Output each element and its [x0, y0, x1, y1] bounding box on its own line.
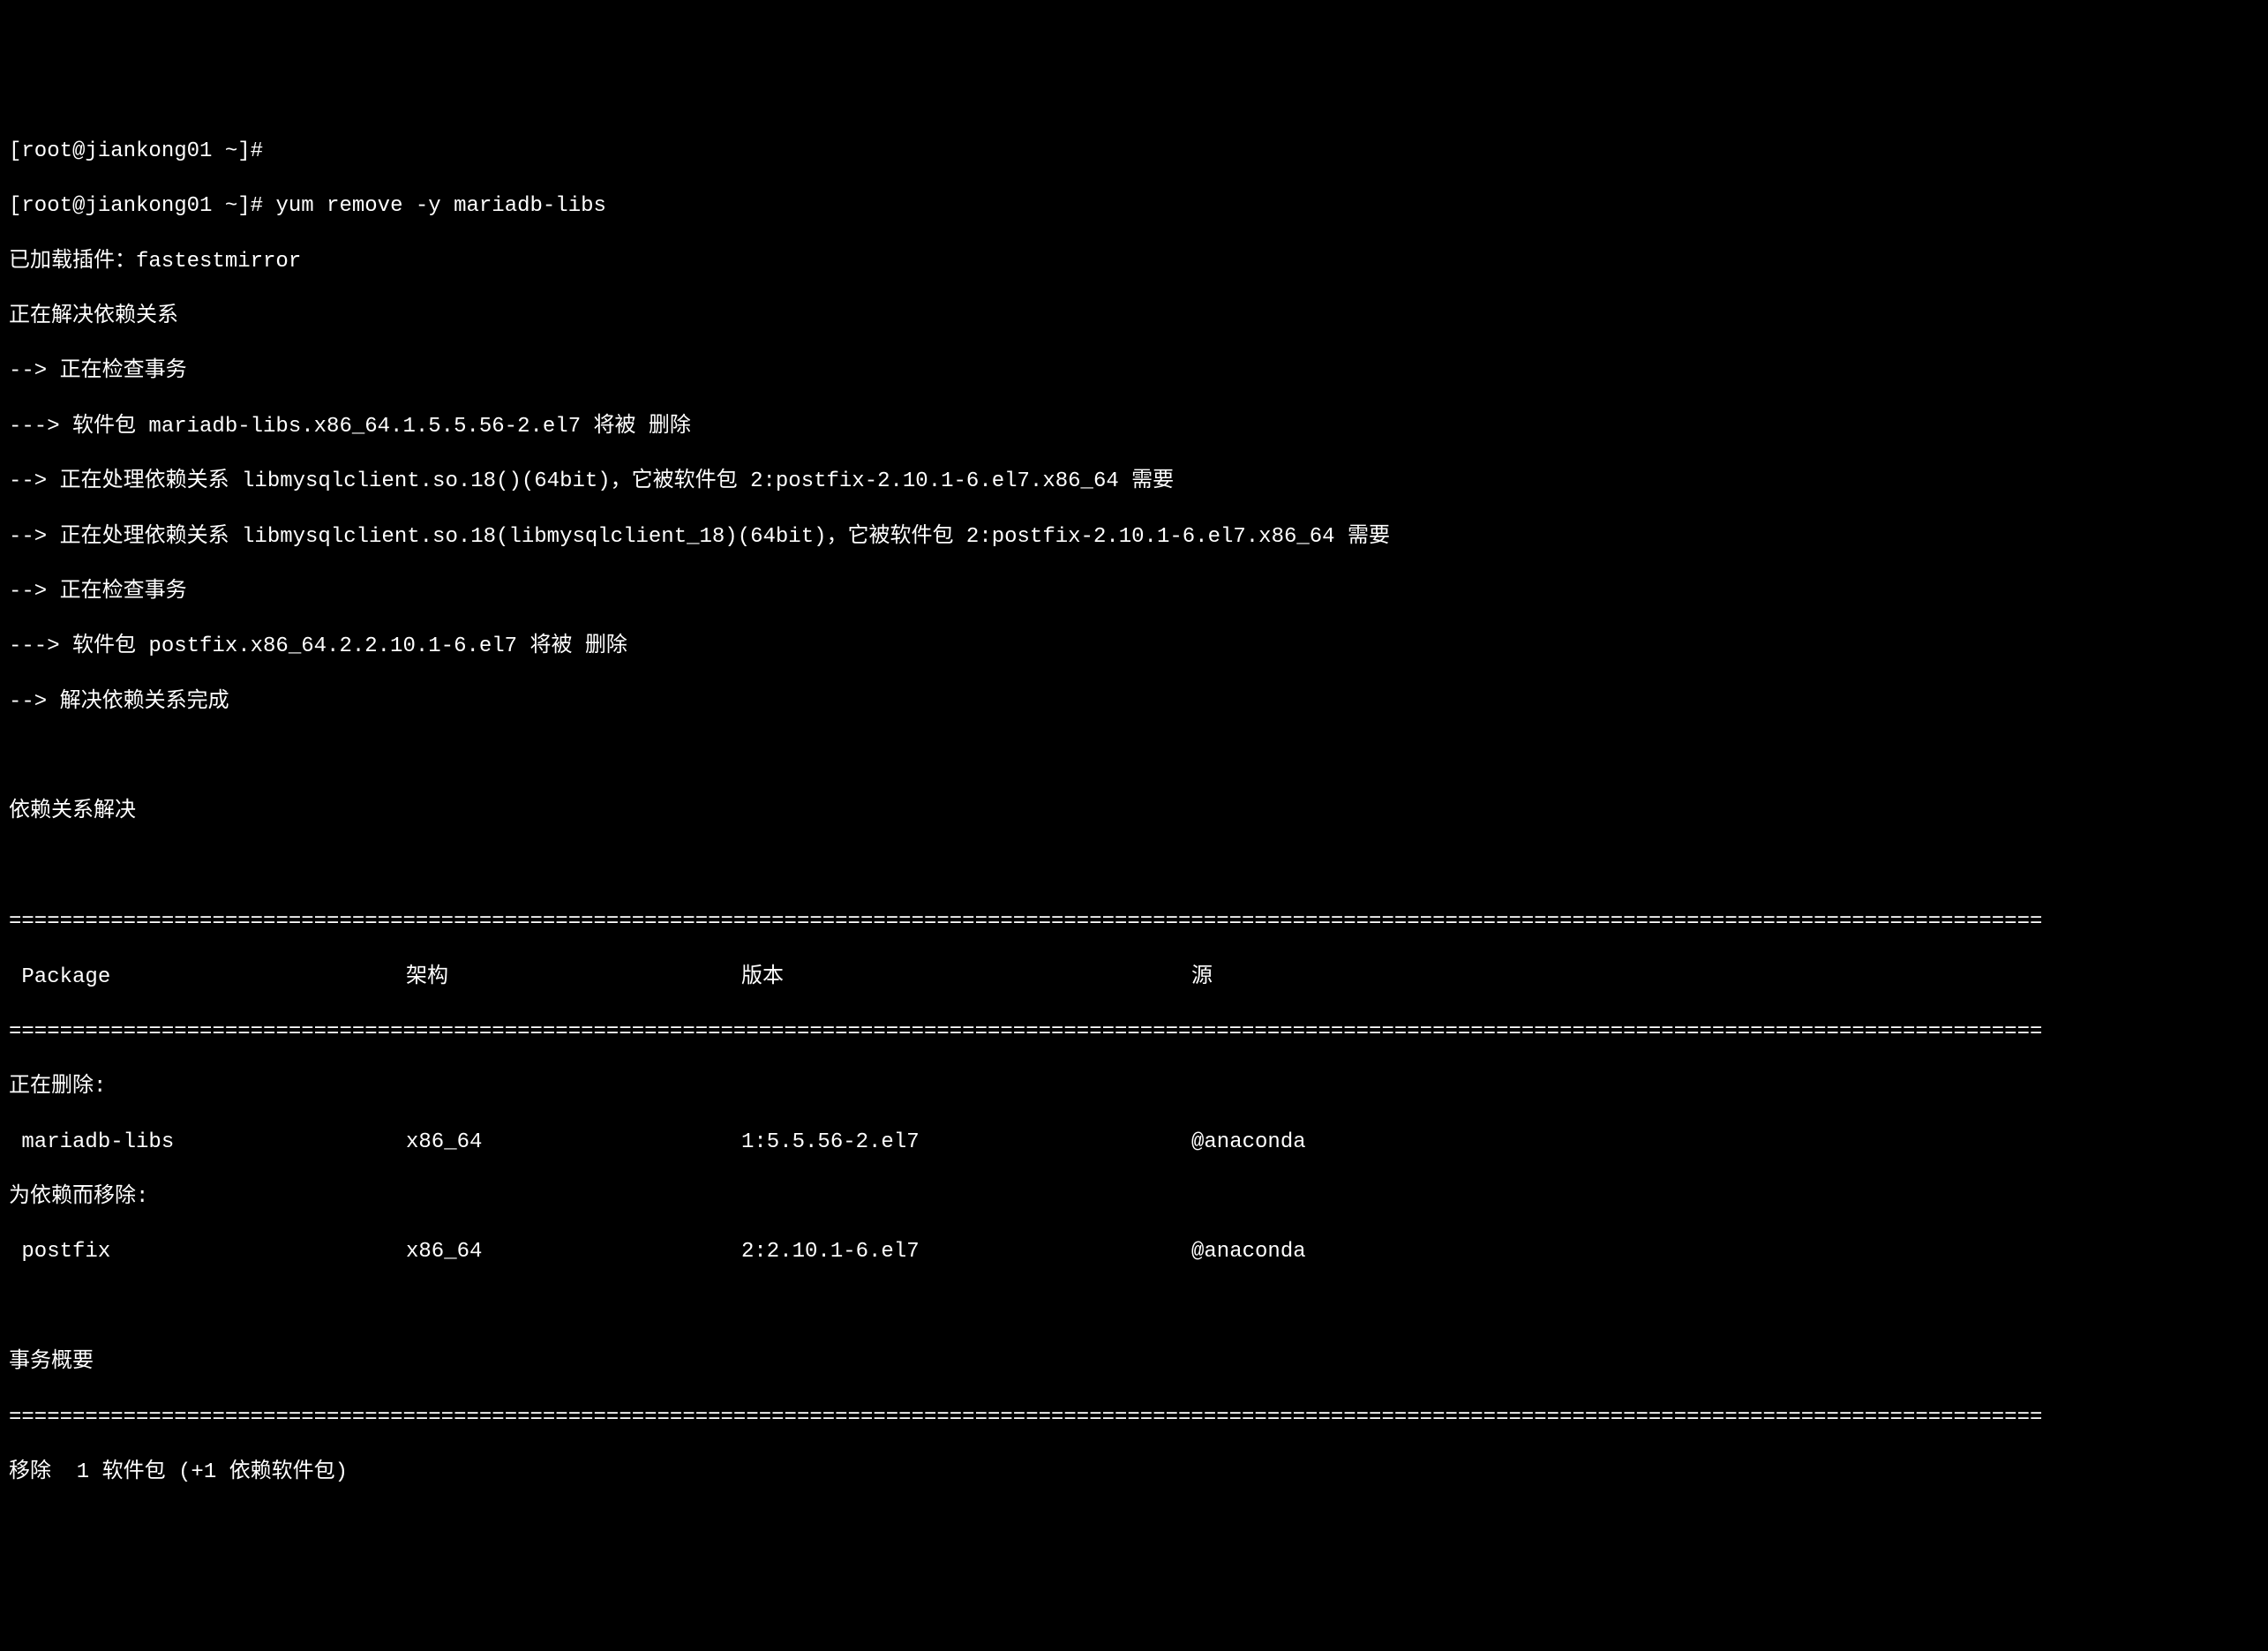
section-removing: 正在删除: [9, 1073, 2259, 1100]
output-processing-dep: --> 正在处理依赖关系 libmysqlclient.so.18()(64bi… [9, 468, 2259, 495]
output-trans-summary: 事务概要 [9, 1348, 2259, 1376]
cell-package: postfix [9, 1238, 406, 1265]
output-processing-dep: --> 正在处理依赖关系 libmysqlclient.so.18(libmys… [9, 523, 2259, 551]
table-divider-bottom: ========================================… [9, 1404, 2259, 1431]
output-checking-trans: --> 正在检查事务 [9, 578, 2259, 605]
table-row: postfix x86_64 2:2.10.1-6.el7 @anaconda [9, 1238, 2259, 1265]
output-resolving-deps: 正在解决依赖关系 [9, 303, 2259, 330]
cell-arch: x86_64 [406, 1238, 741, 1265]
shell-command: [root@jiankong01 ~]# yum remove -y maria… [9, 192, 2259, 220]
output-deps-resolved: 依赖关系解决 [9, 798, 2259, 825]
cell-source: @anaconda [1191, 1129, 2259, 1156]
blank-line [9, 743, 2259, 770]
header-package: Package [9, 964, 406, 991]
section-deps: 为依赖而移除: [9, 1183, 2259, 1211]
output-checking-trans: --> 正在检查事务 [9, 357, 2259, 385]
cell-package: mariadb-libs [9, 1129, 406, 1156]
header-source: 源 [1191, 964, 2259, 991]
output-loaded-plugins: 已加载插件：fastestmirror [9, 248, 2259, 275]
blank-line [9, 1294, 2259, 1321]
cell-arch: x86_64 [406, 1129, 741, 1156]
output-remove-summary: 移除 1 软件包 (+1 依赖软件包) [9, 1459, 2259, 1486]
shell-prompt: [root@jiankong01 ~]# [9, 138, 2259, 165]
header-arch: 架构 [406, 964, 741, 991]
cell-version: 1:5.5.56-2.el7 [741, 1129, 1191, 1156]
blank-line [9, 853, 2259, 881]
cell-version: 2:2.10.1-6.el7 [741, 1238, 1191, 1265]
table-divider-top: ========================================… [9, 908, 2259, 935]
terminal-window[interactable]: [root@jiankong01 ~]# [root@jiankong01 ~]… [0, 110, 2268, 1514]
table-row: mariadb-libs x86_64 1:5.5.56-2.el7 @anac… [9, 1129, 2259, 1156]
table-header-row: Package 架构 版本 源 [9, 964, 2259, 991]
cell-source: @anaconda [1191, 1238, 2259, 1265]
output-finished-deps: --> 解决依赖关系完成 [9, 688, 2259, 716]
table-divider-header: ========================================… [9, 1018, 2259, 1046]
header-version: 版本 [741, 964, 1191, 991]
output-pkg-remove: ---> 软件包 mariadb-libs.x86_64.1.5.5.56-2.… [9, 413, 2259, 440]
output-pkg-remove: ---> 软件包 postfix.x86_64.2.2.10.1-6.el7 将… [9, 633, 2259, 660]
